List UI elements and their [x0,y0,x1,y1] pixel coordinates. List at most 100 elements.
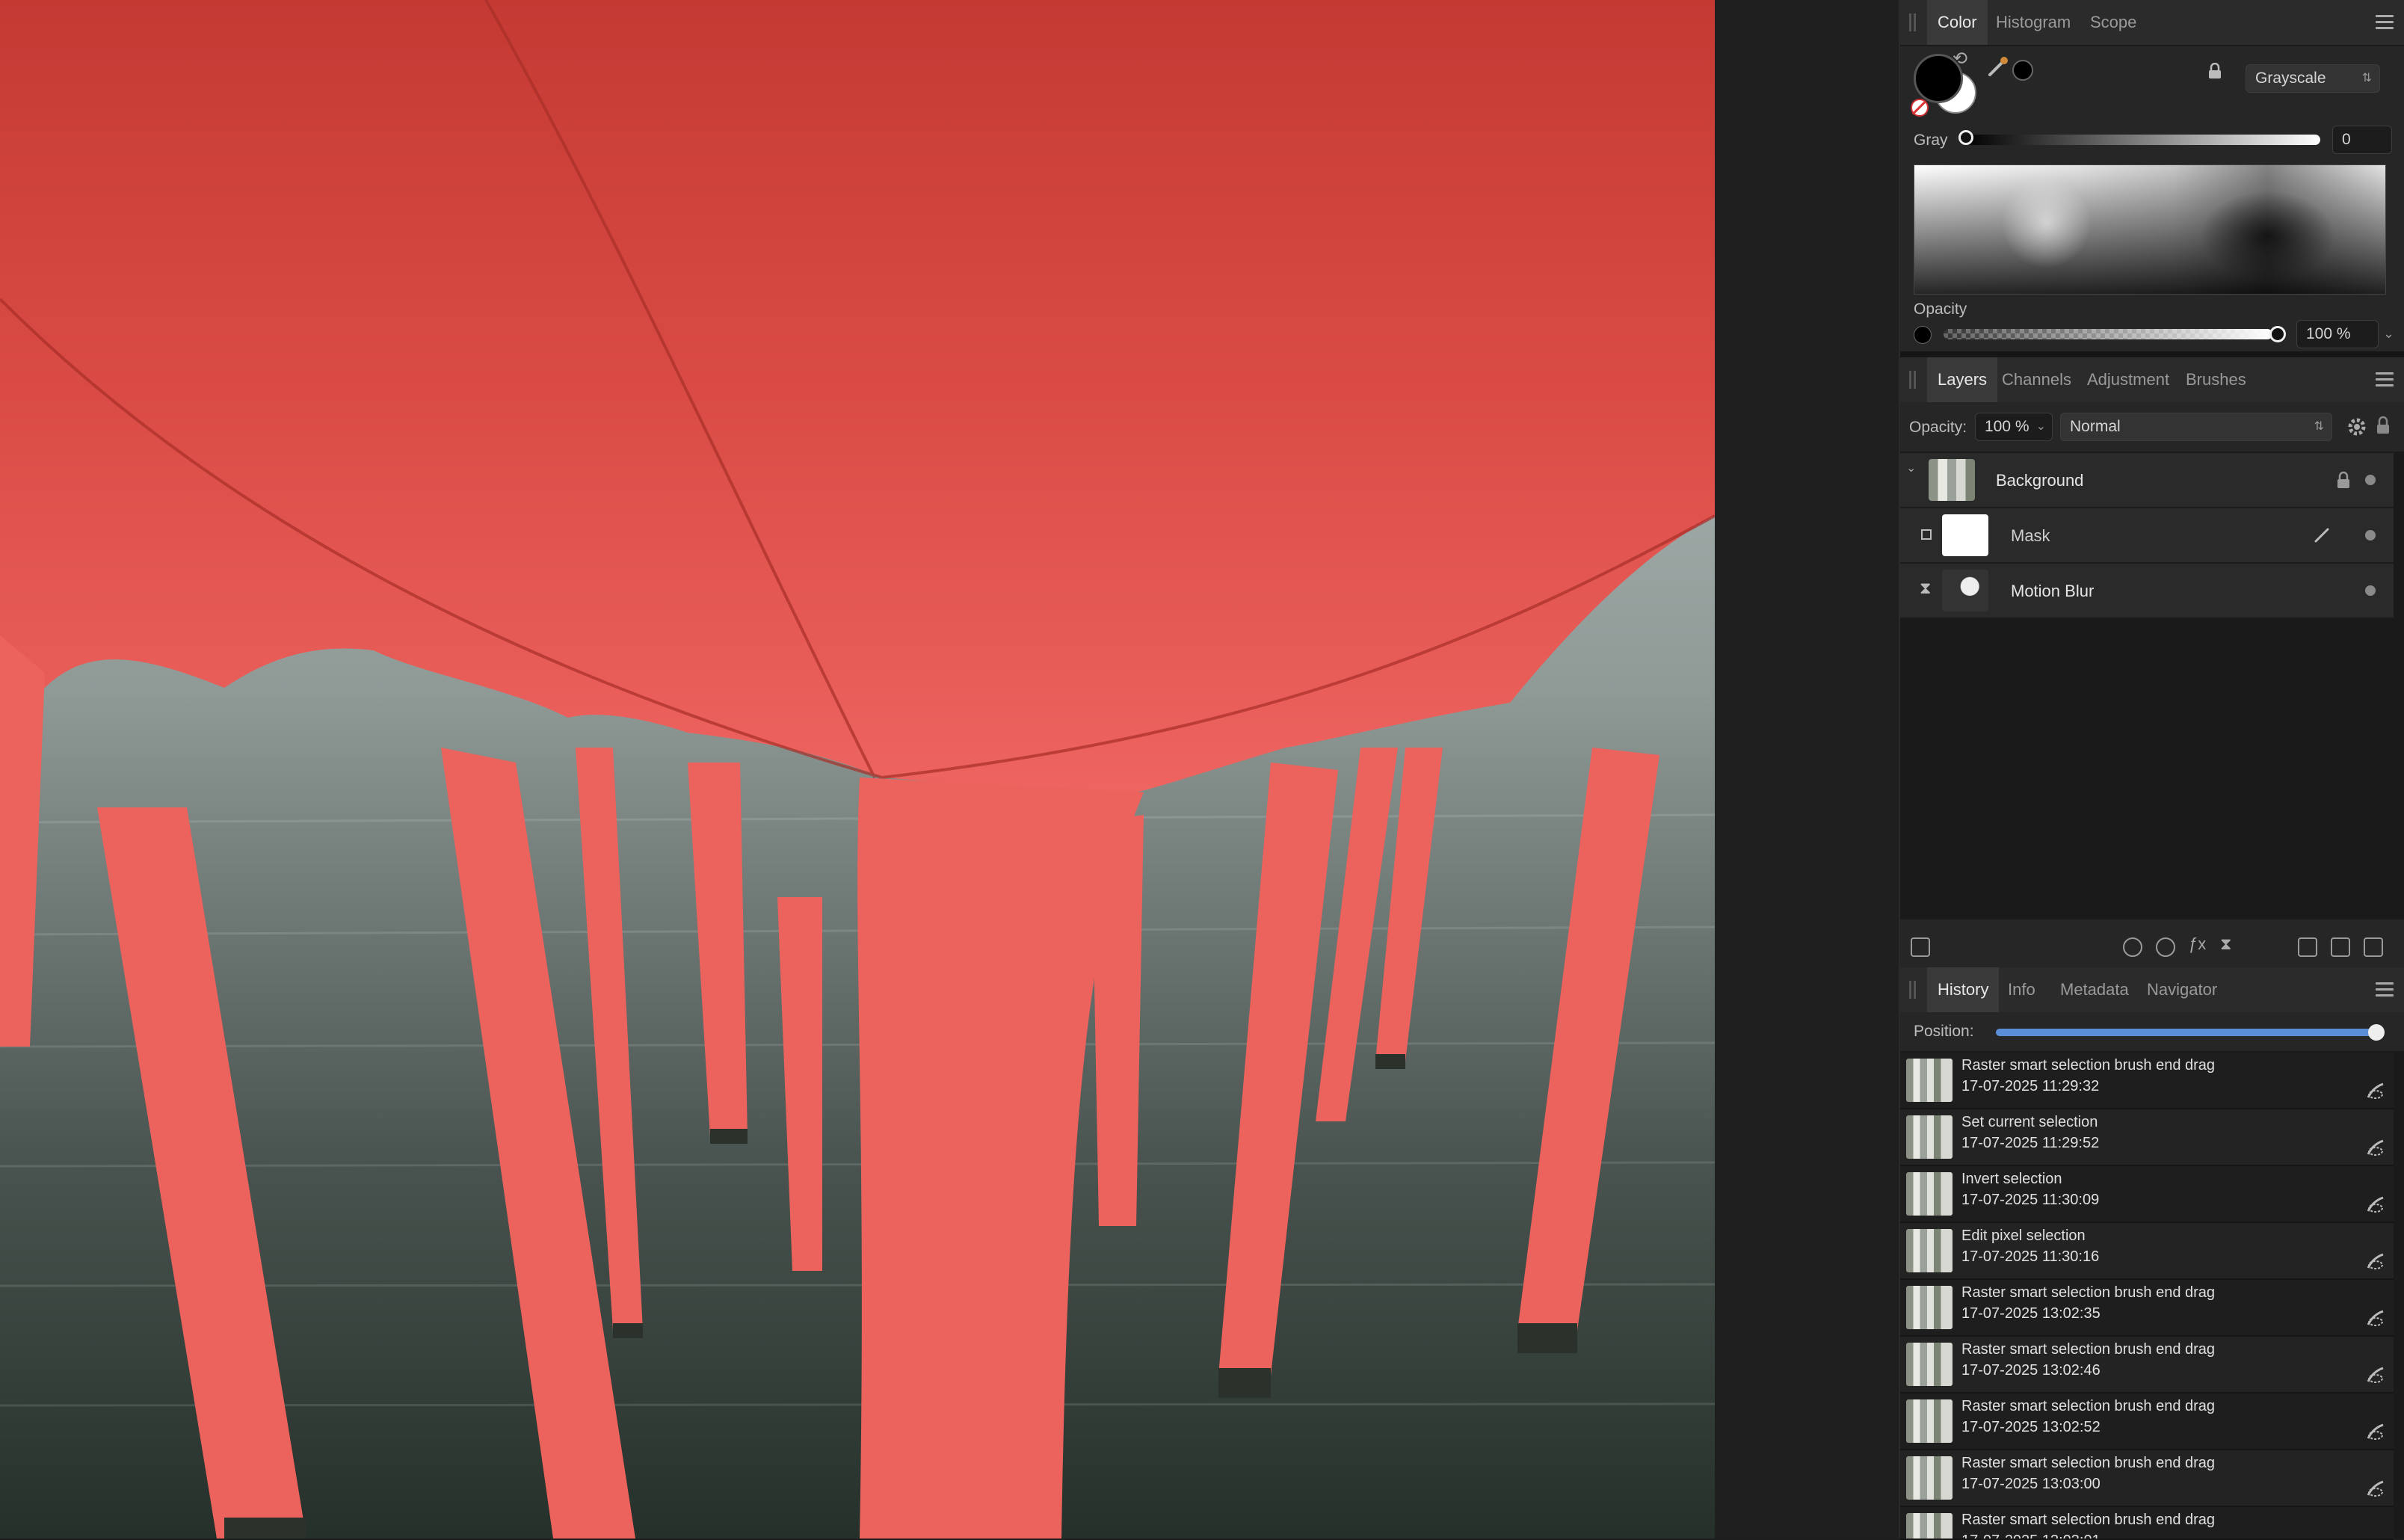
layers-panel: Layers Channels Adjustment Brushes Opaci… [1900,357,2404,975]
history-item[interactable]: Raster smart selection brush end drag 17… [1900,1337,2394,1393]
opacity-label: Opacity [1914,301,1967,318]
add-pixel-layer-icon[interactable] [2331,937,2350,957]
history-item[interactable]: Raster smart selection brush end drag 17… [1900,1053,2394,1109]
gear-icon[interactable] [2347,417,2367,437]
adjustment-icon[interactable] [2156,937,2175,957]
tab-history[interactable]: History [1927,967,2000,1012]
history-item[interactable]: Invert selection 17-07-2025 11:30:09 [1900,1166,2394,1223]
selection-brush-icon [2367,1196,2384,1213]
opacity-slider[interactable] [1944,329,2272,339]
add-group-icon[interactable] [2298,937,2317,957]
picked-color-swatch[interactable] [2012,60,2033,81]
history-time: 17-07-2025 11:29:52 [1961,1135,2100,1151]
tab-adjustment[interactable]: Adjustment [2077,357,2180,402]
history-action: Raster smart selection brush end drag [1961,1284,2216,1301]
history-time: 17-07-2025 13:03:00 [1961,1476,2101,1492]
expand-chevron-icon[interactable]: ⌄ [1906,461,1916,475]
document-canvas[interactable] [0,0,1715,1539]
canvas-image [0,0,1715,1539]
panel-menu-icon[interactable] [2376,982,2394,997]
panel-grip-icon[interactable] [1909,13,1918,31]
tab-info[interactable]: Info [1997,967,2046,1012]
lock-icon[interactable] [2208,63,2222,79]
layer-row-motion-blur[interactable]: ⧗ Motion Blur [1900,564,2394,619]
tab-navigator[interactable]: Navigator [2136,967,2228,1012]
history-time: 17-07-2025 13:02:35 [1961,1305,2101,1322]
tab-scope[interactable]: Scope [2080,0,2147,45]
layers-toolbar: Opacity: 100 % ⌄ Normal ⇅ [1900,402,2404,452]
selection-brush-icon [2367,1139,2384,1156]
lock-icon[interactable] [2376,416,2391,435]
history-thumbnail [1906,1513,1953,1539]
history-item[interactable]: Raster smart selection brush end drag 17… [1900,1450,2394,1507]
selection-brush-icon [2367,1480,2384,1497]
color-model-select[interactable]: Grayscale ⇅ [2246,64,2380,93]
fx-icon[interactable]: ƒx [2189,934,2208,954]
history-time: 17-07-2025 11:30:09 [1961,1192,2100,1208]
history-item[interactable]: Raster smart selection brush end drag 17… [1900,1393,2394,1450]
history-item[interactable]: Set current selection 17-07-2025 11:29:5… [1900,1109,2394,1166]
brush-icon[interactable] [2313,525,2332,544]
blend-mode-value: Normal [2070,418,2121,435]
history-item[interactable]: Raster smart selection brush end drag 17… [1900,1507,2394,1540]
mask-checkbox-icon[interactable] [1921,529,1932,540]
history-item[interactable]: Raster smart selection brush end drag 17… [1900,1280,2394,1337]
blend-mode-select[interactable]: Normal ⇅ [2060,413,2332,441]
updown-chevron-icon: ⇅ [2361,72,2372,84]
layer-visibility-toggle[interactable] [2365,585,2376,596]
panel-grip-icon[interactable] [1909,371,1918,389]
selection-brush-icon [2367,1310,2384,1326]
layer-lock-icon[interactable] [2337,471,2350,489]
opacity-value-field[interactable]: 100 % [2296,320,2379,348]
panel-menu-icon[interactable] [2376,372,2394,387]
filter-hourglass-icon[interactable]: ⧗ [1920,579,1931,598]
panel-grip-icon[interactable] [1909,981,1918,999]
live-filter-icon[interactable]: ⧗ [2220,934,2240,954]
tab-histogram[interactable]: Histogram [1985,0,2081,45]
mask-layer-icon[interactable] [2123,937,2142,957]
tab-channels[interactable]: Channels [1991,357,2082,402]
gray-value-field[interactable]: 0 [2332,126,2392,154]
tab-metadata[interactable]: Metadata [2050,967,2139,1012]
history-position-handle[interactable] [2368,1024,2385,1041]
history-time: 17-07-2025 13:02:52 [1961,1419,2101,1435]
layer-name: Motion Blur [2011,582,2095,600]
history-action: Raster smart selection brush end drag [1961,1512,2216,1528]
color-spectrum[interactable] [1914,164,2386,295]
foreground-color-swatch[interactable] [1914,54,1963,103]
layer-visibility-toggle[interactable] [2365,475,2376,485]
selection-brush-icon [2367,1082,2384,1099]
tab-layers[interactable]: Layers [1927,357,1998,402]
tab-color[interactable]: Color [1927,0,1988,45]
opacity-slider-handle[interactable] [2269,326,2286,342]
layer-row-background[interactable]: ⌄ Background [1900,453,2394,508]
history-action: Raster smart selection brush end drag [1961,1341,2216,1358]
no-color-swatch[interactable] [1911,99,1929,117]
history-action: Raster smart selection brush end drag [1961,1057,2216,1074]
gray-slider[interactable] [1964,135,2320,145]
selection-brush-icon [2367,1423,2384,1440]
history-thumbnail [1906,1229,1953,1272]
opacity-value: 100 % [2306,325,2351,342]
gray-slider-handle[interactable] [1958,130,1973,145]
history-action: Raster smart selection brush end drag [1961,1455,2216,1471]
history-thumbnail [1906,1456,1953,1500]
history-position-slider[interactable] [1996,1029,2376,1036]
layer-visibility-toggle[interactable] [2365,530,2376,540]
updown-chevron-icon: ⇅ [2314,420,2324,433]
color-model-value: Grayscale [2255,70,2326,87]
history-time: 17-07-2025 11:29:32 [1961,1078,2100,1094]
panel-menu-icon[interactable] [2376,15,2394,30]
trash-icon[interactable] [2364,937,2383,957]
layer-row-mask[interactable]: Mask [1900,508,2394,564]
history-item[interactable]: Edit pixel selection 17-07-2025 11:30:16 [1900,1223,2394,1280]
color-panel-tabbar: Color Histogram Scope [1900,0,2404,46]
layer-opacity-field[interactable]: 100 % ⌄ [1975,413,2053,441]
chevron-down-icon[interactable]: ⌄ [2383,326,2394,342]
selection-brush-icon [2367,1253,2384,1269]
tab-brushes[interactable]: Brushes [2175,357,2257,402]
color-picker-icon[interactable] [1987,55,2009,78]
layers-panel-tabbar: Layers Channels Adjustment Brushes [1900,357,2404,404]
layer-behaviour-icon[interactable] [1911,937,1930,957]
gray-label: Gray [1914,132,1948,149]
